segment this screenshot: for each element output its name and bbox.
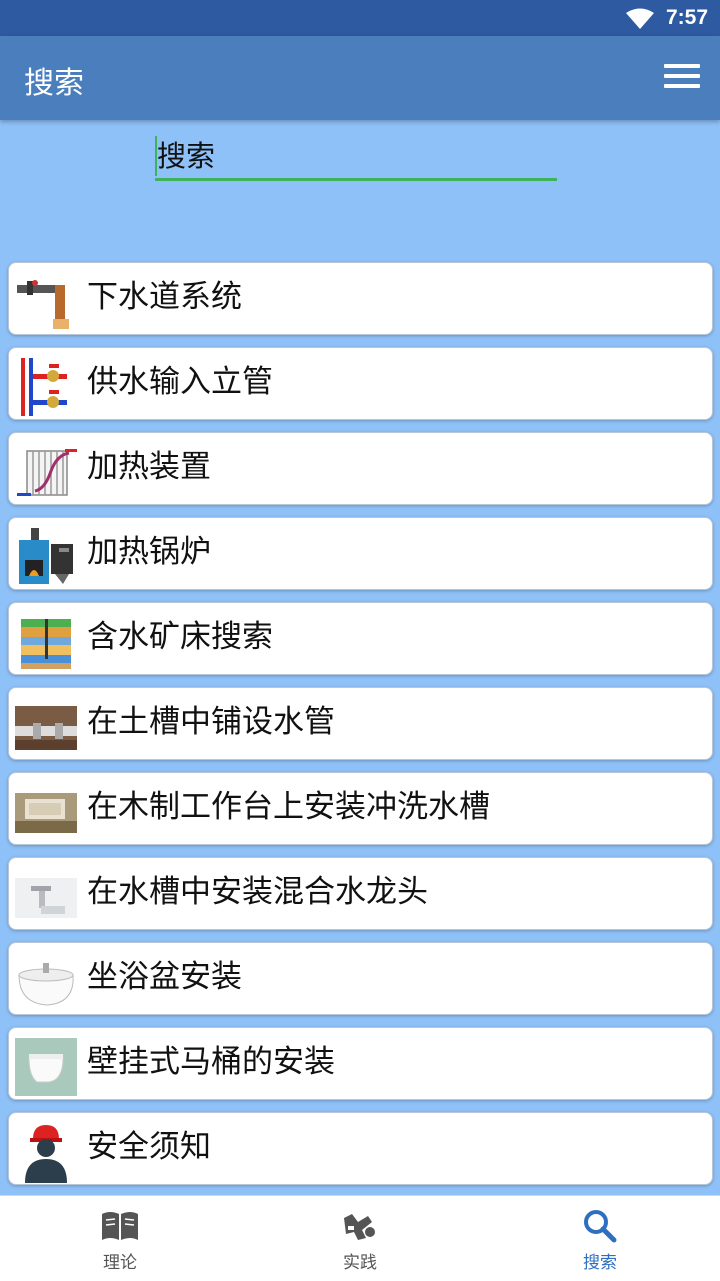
- status-time: 7:57: [665, 6, 708, 29]
- list-item-label: 含水矿床搜索: [87, 619, 273, 655]
- tab-theory[interactable]: 理论: [0, 1196, 240, 1281]
- radiator-icon: [17, 449, 77, 496]
- tab-theory-label: 理论: [103, 1253, 137, 1273]
- list-item-boiler[interactable]: 加热锅炉: [8, 517, 713, 590]
- bottom-nav: 理论 实践 搜索: [0, 1195, 720, 1281]
- list-item-sink-install[interactable]: 在木制工作台上安装冲洗水槽: [8, 772, 713, 845]
- faucet-photo-icon: [15, 878, 77, 918]
- list-item-faucet[interactable]: 在水槽中安装混合水龙头: [8, 857, 713, 930]
- search-icon: [584, 1210, 617, 1243]
- list-item-bidet[interactable]: 坐浴盆安装: [8, 942, 713, 1015]
- tab-search-label: 搜索: [583, 1253, 617, 1273]
- tab-practice[interactable]: 实践: [240, 1196, 480, 1281]
- list-item-label: 下水道系统: [87, 279, 242, 315]
- topic-list: 下水道系统 供水输入立管 加热装置 加热锅炉 含水矿床搜索 在土槽中铺设水管 在…: [8, 262, 713, 1197]
- text-cursor: [155, 136, 157, 176]
- menu-icon: [664, 64, 700, 68]
- list-item-label: 在土槽中铺设水管: [87, 704, 335, 740]
- list-item-label: 在木制工作台上安装冲洗水槽: [87, 789, 490, 825]
- status-bar: 7:57: [0, 0, 720, 36]
- list-item-water-riser[interactable]: 供水输入立管: [8, 347, 713, 420]
- page-title: 搜索: [24, 66, 84, 101]
- wall-toilet-icon: [15, 1038, 77, 1096]
- search-input[interactable]: [155, 134, 557, 181]
- list-item-label: 坐浴盆安装: [87, 959, 242, 995]
- list-item-aquifer[interactable]: 含水矿床搜索: [8, 602, 713, 675]
- list-item-heating-device[interactable]: 加热装置: [8, 432, 713, 505]
- aquifer-layers-icon: [21, 619, 71, 669]
- water-riser-valves-icon: [21, 358, 67, 416]
- worker-helmet-icon: [25, 1125, 67, 1183]
- wifi-icon: [626, 8, 654, 29]
- list-item-sewer[interactable]: 下水道系统: [8, 262, 713, 335]
- book-icon: [102, 1212, 138, 1240]
- list-item-safety[interactable]: 安全须知: [8, 1112, 713, 1185]
- menu-button[interactable]: [664, 64, 700, 94]
- list-item-label: 在水槽中安装混合水龙头: [87, 874, 428, 910]
- tab-search[interactable]: 搜索: [480, 1196, 720, 1281]
- trench-pipe-photo-icon: [15, 706, 77, 750]
- list-item-wall-toilet[interactable]: 壁挂式马桶的安装: [8, 1027, 713, 1100]
- app-bar: 搜索: [0, 36, 720, 120]
- sink-install-photo-icon: [15, 793, 77, 833]
- plumbing-tools-icon: [344, 1214, 375, 1240]
- tab-practice-label: 实践: [343, 1253, 377, 1273]
- list-item-label: 安全须知: [87, 1129, 211, 1165]
- list-item-trench-pipe[interactable]: 在土槽中铺设水管: [8, 687, 713, 760]
- bidet-icon: [18, 963, 74, 1006]
- list-item-label: 壁挂式马桶的安装: [87, 1044, 335, 1080]
- list-item-label: 加热装置: [87, 449, 211, 485]
- list-item-label: 供水输入立管: [87, 364, 273, 400]
- search-field: [155, 134, 565, 184]
- boiler-icon: [19, 528, 73, 584]
- sewer-pipe-icon: [17, 280, 69, 329]
- list-item-label: 加热锅炉: [87, 534, 211, 570]
